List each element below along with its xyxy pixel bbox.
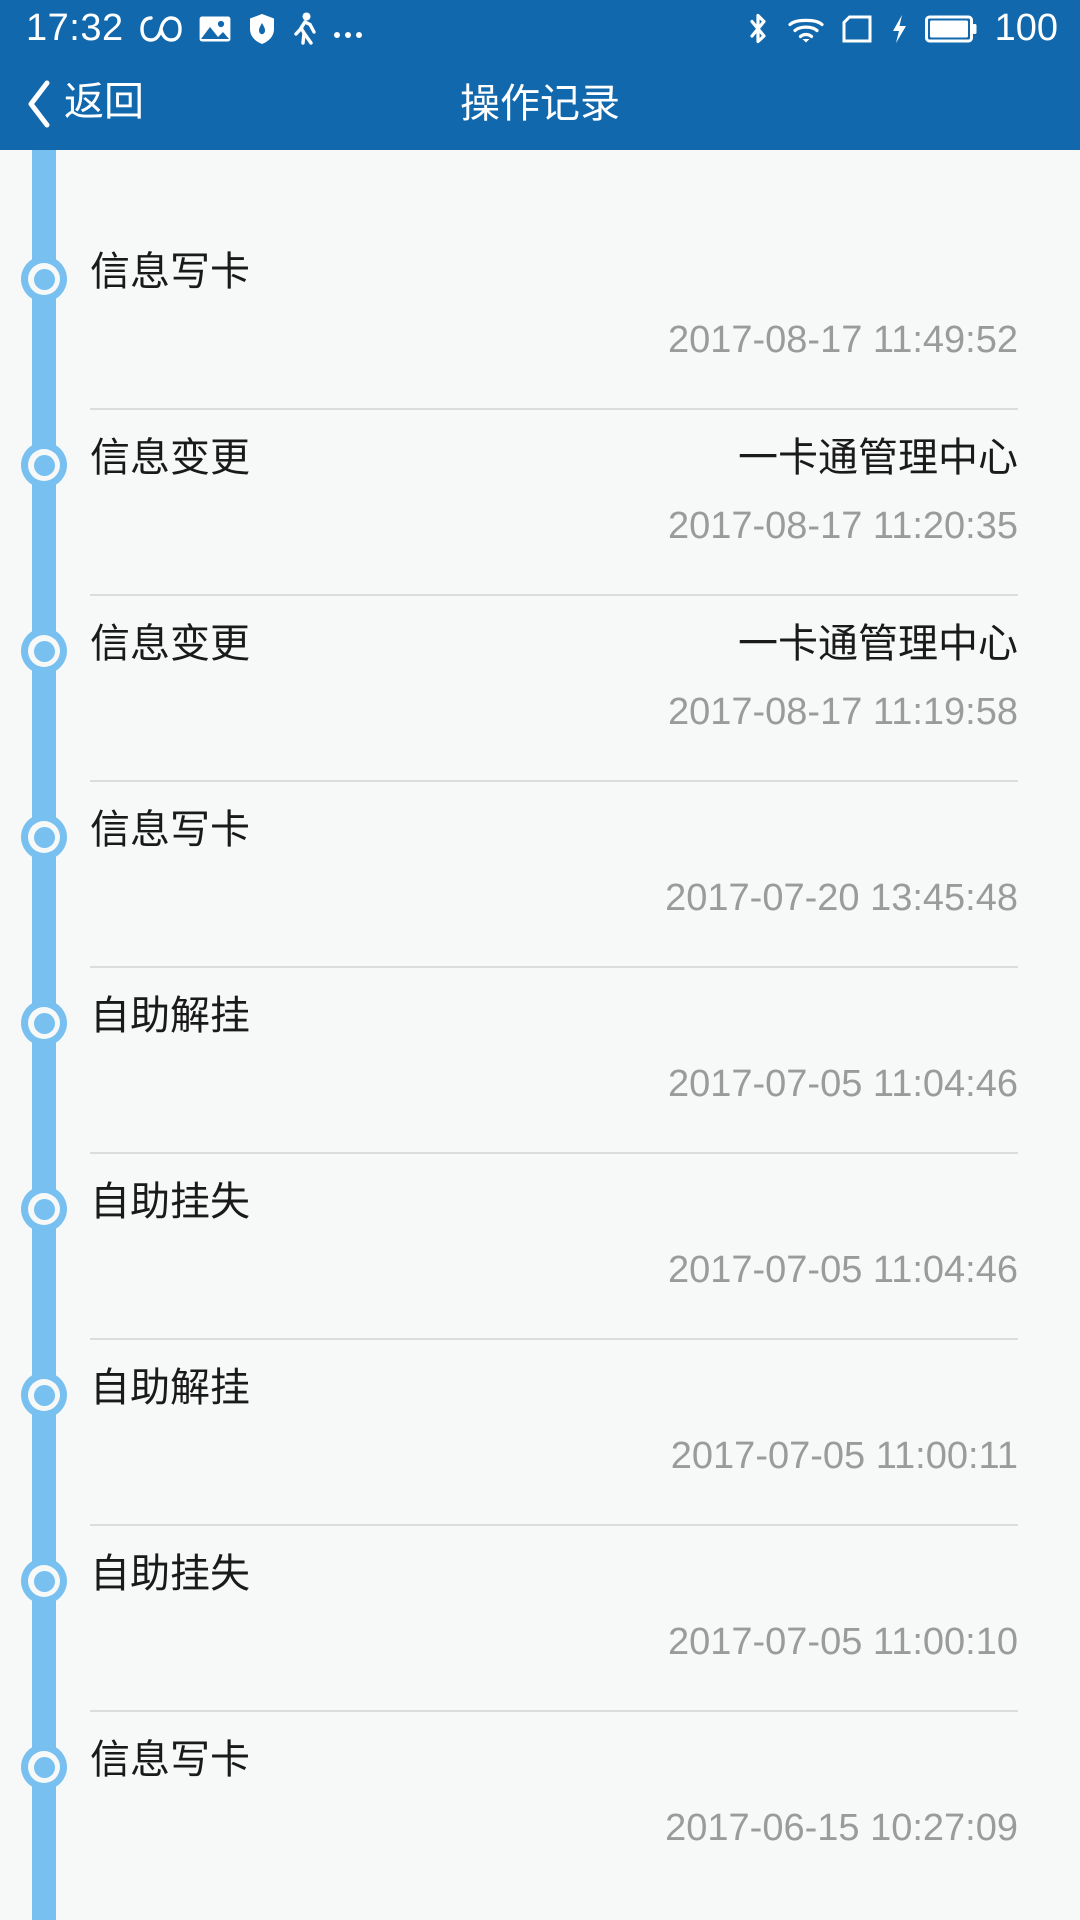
timeline-list: 信息写卡 2017-08-17 11:49:52 信息变更 一卡通管理中心 2017-0…	[0, 150, 1080, 1896]
app-bar: 返回 操作记录	[0, 58, 1080, 150]
timeline-row-header: 自助挂失	[90, 1152, 1018, 1226]
pedometer-icon	[292, 12, 318, 46]
timeline-timestamp: 2017-06-15 10:27:09	[665, 1807, 1018, 1849]
operation-record-content: 信息写卡 2017-08-17 11:49:52 信息变更 一卡通管理中心 2017-0…	[0, 150, 1080, 1920]
timeline-row-header: 信息写卡	[90, 780, 1018, 854]
timeline-row[interactable]: 自助解挂 2017-07-05 11:00:11	[0, 1338, 1080, 1524]
timeline-timestamp: 2017-08-17 11:19:58	[667, 691, 1018, 733]
battery-icon	[924, 15, 977, 43]
timeline-source-label: 一卡通管理中心	[738, 436, 1018, 480]
timeline-dot-icon	[21, 1558, 67, 1604]
timeline-dot-icon	[21, 256, 67, 302]
timeline-row[interactable]: 自助挂失 2017-07-05 11:00:10	[0, 1524, 1080, 1710]
back-button-label: 返回	[64, 80, 144, 124]
timeline-timestamp: 2017-07-05 11:04:46	[667, 1063, 1018, 1105]
timeline-row-header: 信息写卡	[90, 222, 1018, 296]
timeline-row[interactable]: 信息写卡 2017-08-17 11:49:52	[0, 222, 1080, 408]
timeline-timestamp: 2017-07-05 11:00:11	[670, 1435, 1018, 1477]
timeline-action-label: 信息写卡	[90, 808, 250, 852]
timeline-row-header: 自助挂失	[90, 1524, 1018, 1598]
timeline-source-label: 一卡通管理中心	[738, 622, 1018, 666]
timeline-timestamp: 2017-07-05 11:00:10	[667, 1621, 1018, 1663]
status-clock: 17:32	[26, 7, 124, 49]
timeline-row[interactable]: 自助解挂 2017-07-05 11:04:46	[0, 966, 1080, 1152]
timeline-action-label: 自助解挂	[90, 994, 250, 1038]
shield-icon	[248, 13, 276, 45]
timeline-action-label: 自助挂失	[90, 1180, 250, 1224]
charging-bolt-icon	[889, 13, 909, 45]
status-bar-right-group: 100	[745, 7, 1058, 49]
timeline-timestamp: 2017-07-05 11:04:46	[667, 1249, 1018, 1291]
timeline-action-label: 自助解挂	[90, 1366, 250, 1410]
timeline-row-header: 信息变更 一卡通管理中心	[90, 408, 1018, 482]
timeline-row[interactable]: 信息写卡 2017-07-20 13:45:48	[0, 780, 1080, 966]
timeline-dot-icon	[21, 1744, 67, 1790]
timeline-action-label: 信息变更	[90, 436, 250, 480]
infinity-icon	[139, 14, 182, 44]
image-icon	[198, 14, 232, 44]
timeline-dot-icon	[21, 1186, 67, 1232]
timeline-row-header: 自助解挂	[90, 1338, 1018, 1412]
timeline-row[interactable]: 信息变更 一卡通管理中心 2017-08-17 11:20:35	[0, 408, 1080, 594]
timeline-action-label: 信息变更	[90, 622, 250, 666]
timeline-row[interactable]: 自助挂失 2017-07-05 11:04:46	[0, 1152, 1080, 1338]
timeline-row-header: 自助解挂	[90, 966, 1018, 1040]
status-bar-left-group: 17:32	[26, 7, 362, 49]
timeline-row-header: 信息变更 一卡通管理中心	[90, 594, 1018, 668]
timeline-action-label: 自助挂失	[90, 1552, 250, 1596]
timeline-row[interactable]: 信息写卡 2017-06-15 10:27:09	[0, 1710, 1080, 1896]
timeline-dot-icon	[21, 1372, 67, 1418]
page-title: 操作记录	[460, 82, 620, 126]
back-button[interactable]: 返回	[0, 58, 144, 150]
timeline-dot-icon	[21, 1000, 67, 1046]
sim-card-icon	[841, 14, 873, 44]
more-dots-icon	[333, 32, 362, 38]
chevron-left-icon	[24, 79, 54, 129]
timeline-timestamp: 2017-08-17 11:20:35	[667, 505, 1018, 547]
timeline-row-header: 信息写卡	[90, 1710, 1018, 1784]
timeline-dot-icon	[21, 442, 67, 488]
timeline-action-label: 信息写卡	[90, 1738, 250, 1782]
bluetooth-icon	[745, 12, 771, 46]
timeline-dot-icon	[21, 814, 67, 860]
timeline-dot-icon	[21, 628, 67, 674]
timeline-timestamp: 2017-08-17 11:49:52	[667, 319, 1018, 361]
timeline-row[interactable]: 信息变更 一卡通管理中心 2017-08-17 11:19:58	[0, 594, 1080, 780]
timeline-timestamp: 2017-07-20 13:45:48	[665, 877, 1018, 919]
timeline-action-label: 信息写卡	[90, 250, 250, 294]
status-bar: 17:32 100	[0, 0, 1080, 58]
battery-percent-label: 100	[994, 7, 1058, 49]
wifi-icon	[787, 14, 825, 44]
